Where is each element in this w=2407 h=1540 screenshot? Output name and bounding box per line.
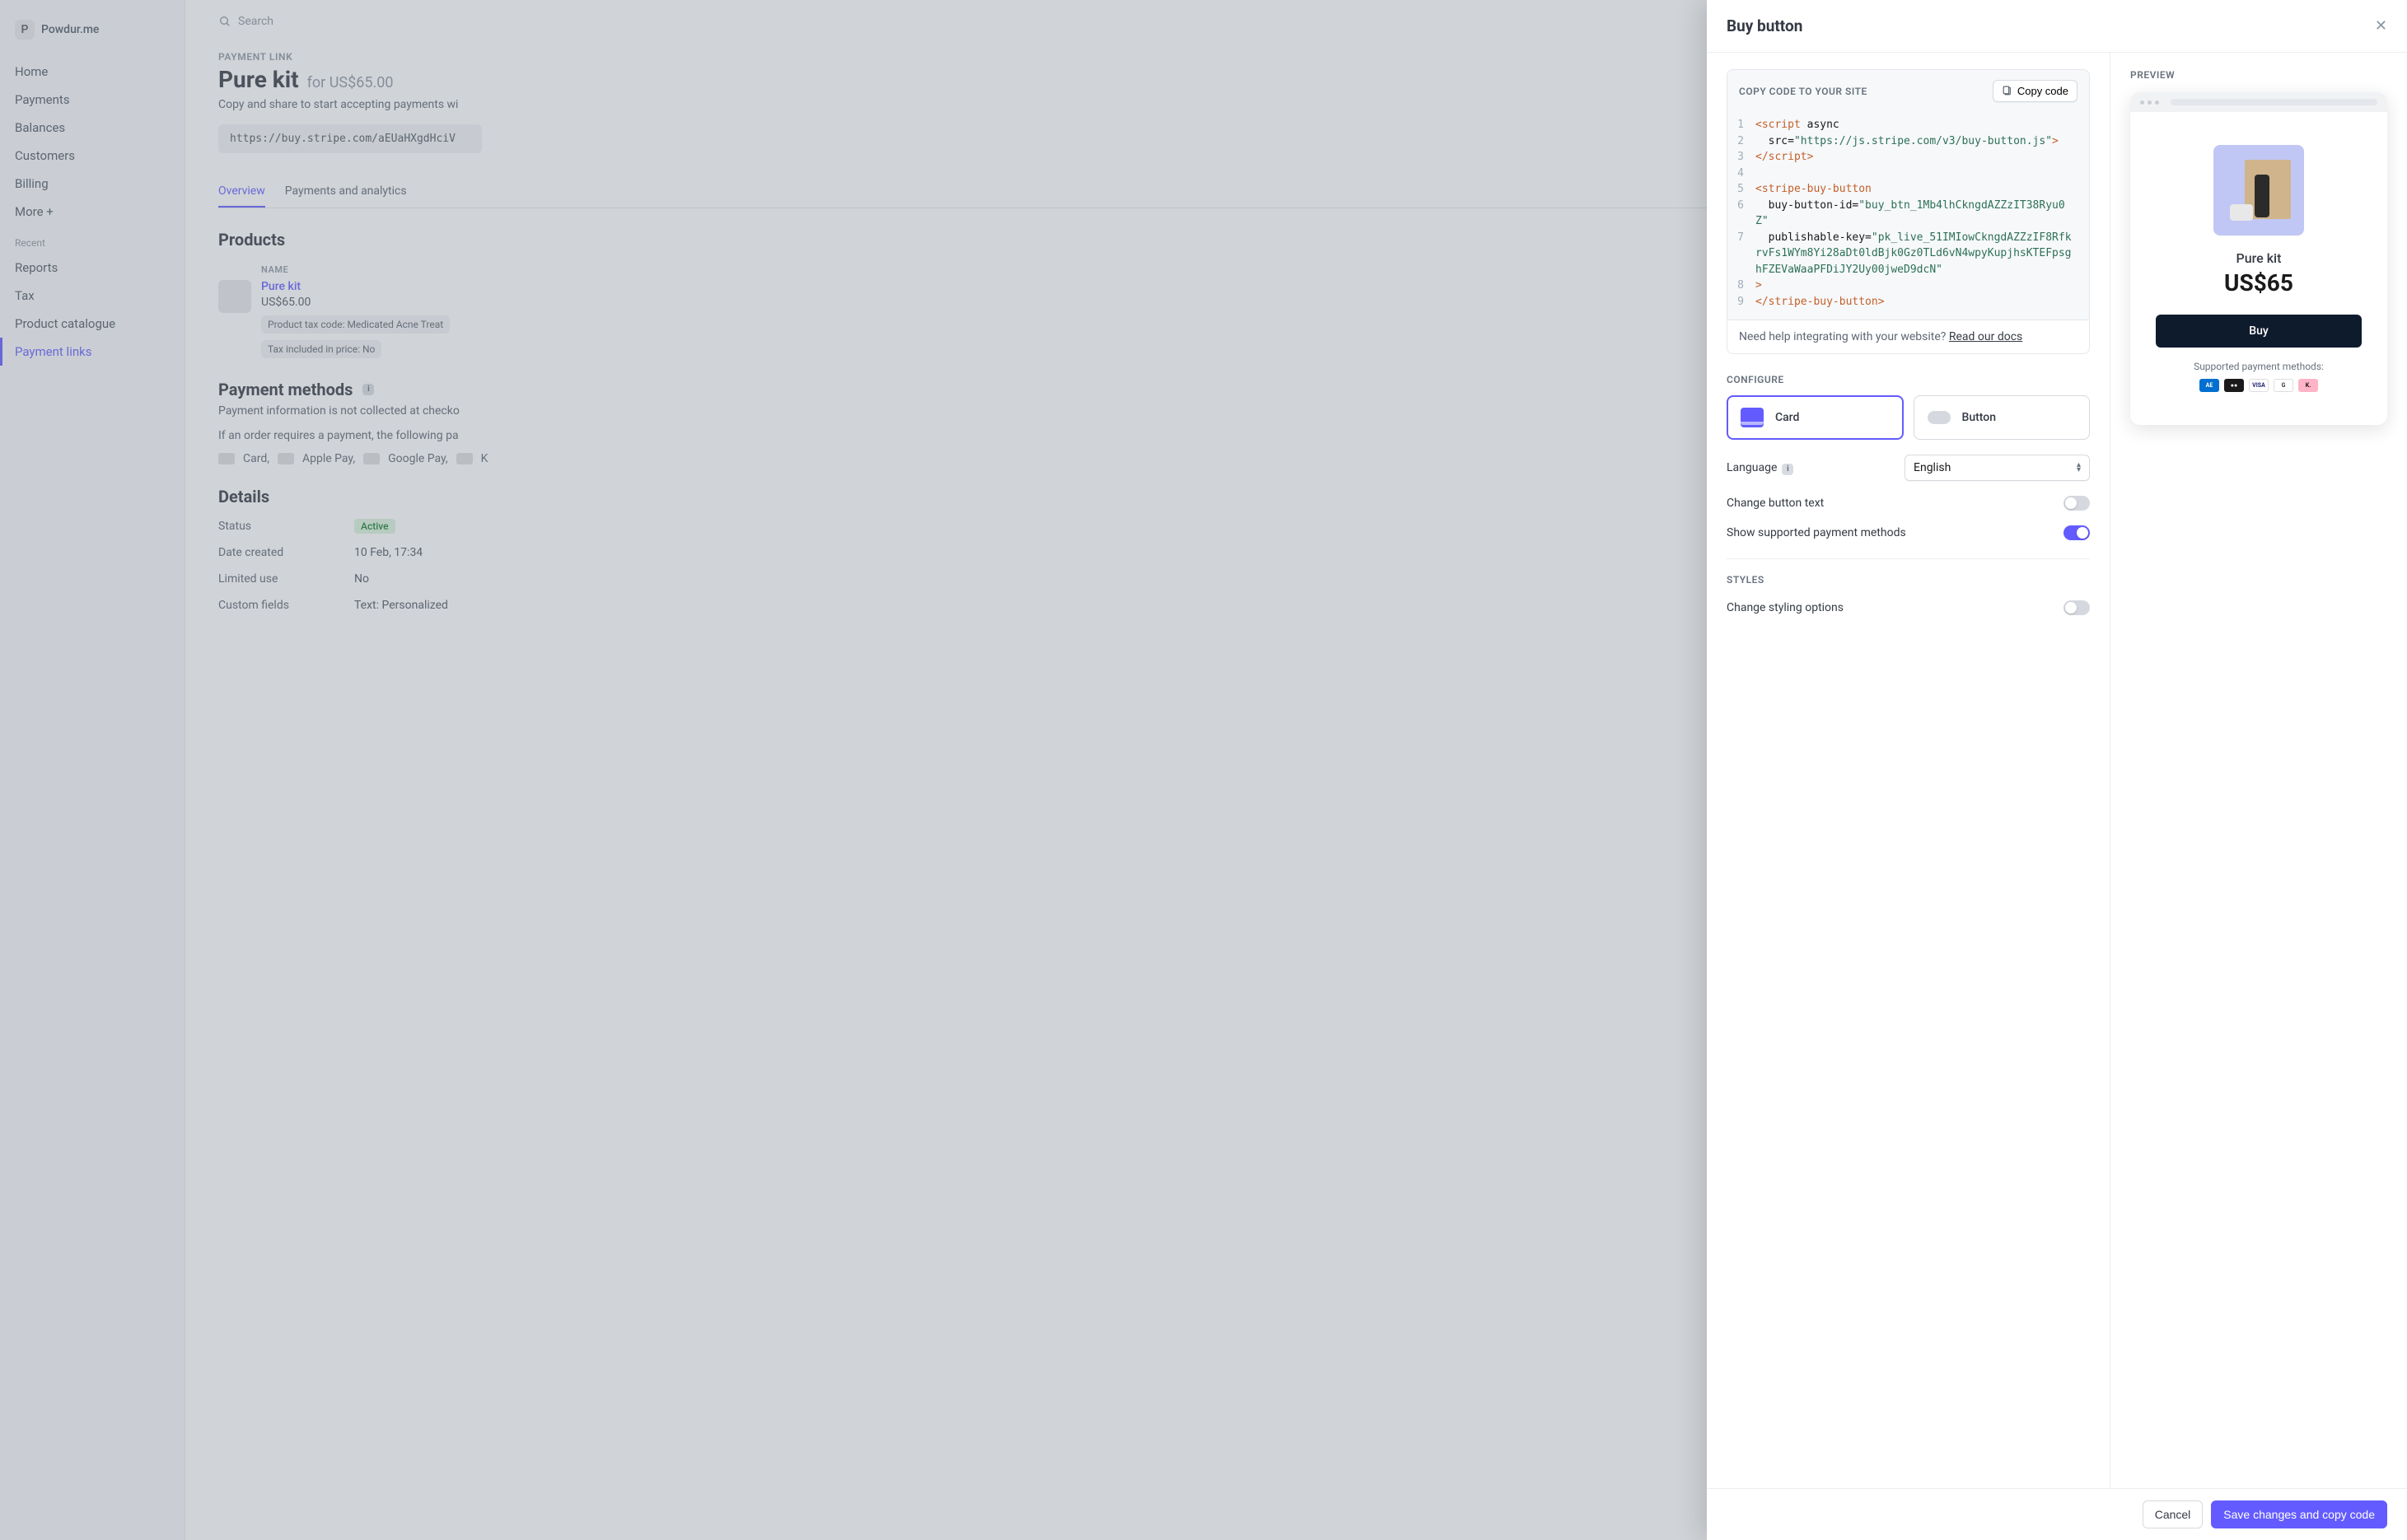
code-content[interactable]: 1<script async 2 src="https://js.stripe.… — [1727, 112, 2089, 320]
code-box: COPY CODE TO YOUR SITE Copy code 1<scrip… — [1727, 69, 2090, 354]
show-payment-methods-toggle[interactable] — [2063, 525, 2090, 540]
preview-product-name: Pure kit — [2153, 250, 2364, 266]
change-button-text-toggle[interactable] — [2063, 496, 2090, 511]
clipboard-icon — [2002, 86, 2012, 96]
preview-label: PREVIEW — [2130, 69, 2387, 81]
read-docs-link[interactable]: Read our docs — [1949, 330, 2022, 343]
configure-label: CONFIGURE — [1727, 374, 2090, 385]
preview-spm-label: Supported payment methods: — [2153, 361, 2364, 372]
preview-buy-button[interactable]: Buy — [2156, 315, 2362, 348]
window-controls-icon — [2140, 100, 2159, 105]
show-payment-methods-label: Show supported payment methods — [1727, 526, 1906, 539]
gpay-icon: G — [2274, 379, 2293, 392]
preview-browser-chrome — [2130, 92, 2387, 112]
mastercard-icon: ●● — [2224, 379, 2244, 392]
change-button-text-label: Change button text — [1727, 497, 1824, 510]
button-layout-icon — [1928, 411, 1951, 424]
klarna-icon: K. — [2298, 379, 2318, 392]
preview-urlbar — [2171, 99, 2377, 105]
chevron-updown-icon: ▴▾ — [2077, 463, 2081, 473]
buy-button-panel: Buy button ✕ COPY CODE TO YOUR SITE Copy… — [1707, 0, 2407, 1540]
preview-product-price: US$65 — [2153, 269, 2364, 296]
styling-options-toggle[interactable] — [2063, 600, 2090, 615]
preview-card: Pure kit US$65 Buy Supported payment met… — [2130, 92, 2387, 425]
save-button[interactable]: Save changes and copy code — [2211, 1500, 2387, 1528]
preview-payment-icons: AE ●● VISA G K. — [2153, 379, 2364, 392]
code-box-title: COPY CODE TO YOUR SITE — [1739, 86, 1867, 97]
language-select[interactable]: English ▴▾ — [1905, 455, 2090, 481]
panel-title: Buy button — [1727, 16, 1802, 35]
language-label: Languagei — [1727, 461, 1793, 475]
layout-card-option[interactable]: Card — [1727, 395, 1904, 440]
copy-code-button[interactable]: Copy code — [1993, 80, 2077, 102]
visa-icon: VISA — [2249, 379, 2269, 392]
styling-options-label: Change styling options — [1727, 601, 1844, 614]
preview-product-image — [2213, 145, 2304, 236]
code-help: Need help integrating with your website?… — [1727, 320, 2089, 353]
cancel-button[interactable]: Cancel — [2143, 1500, 2204, 1528]
styles-label: STYLES — [1727, 574, 2090, 586]
amex-icon: AE — [2199, 379, 2219, 392]
close-icon[interactable]: ✕ — [2375, 17, 2387, 35]
info-icon[interactable]: i — [1782, 464, 1793, 475]
card-layout-icon — [1741, 408, 1764, 427]
layout-button-option[interactable]: Button — [1914, 395, 2091, 440]
